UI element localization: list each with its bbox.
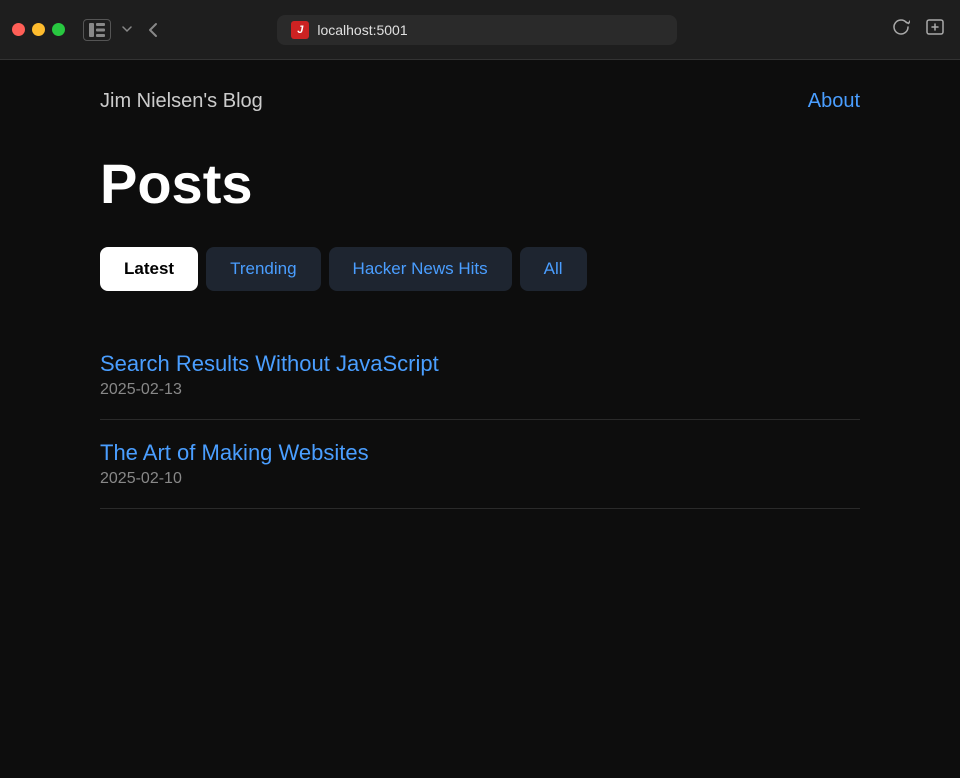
minimize-button[interactable] bbox=[32, 23, 45, 36]
share-button[interactable] bbox=[922, 15, 948, 44]
post-link-1[interactable]: The Art of Making Websites bbox=[100, 440, 860, 466]
post-list: Search Results Without JavaScript 2025-0… bbox=[100, 331, 860, 509]
post-link-0[interactable]: Search Results Without JavaScript bbox=[100, 351, 860, 377]
back-button[interactable] bbox=[143, 20, 163, 40]
maximize-button[interactable] bbox=[52, 23, 65, 36]
list-item: Search Results Without JavaScript 2025-0… bbox=[100, 331, 860, 420]
post-date-1: 2025-02-10 bbox=[100, 470, 182, 487]
main-content: Posts Latest Trending Hacker News Hits A… bbox=[0, 143, 960, 549]
site-title-link[interactable]: Jim Nielsen's Blog bbox=[100, 90, 263, 113]
site-nav: Jim Nielsen's Blog About bbox=[0, 60, 960, 143]
browser-controls bbox=[83, 19, 163, 41]
about-link[interactable]: About bbox=[808, 90, 860, 113]
page-content: Jim Nielsen's Blog About Posts Latest Tr… bbox=[0, 60, 960, 778]
tab-latest[interactable]: Latest bbox=[100, 247, 198, 291]
page-title: Posts bbox=[100, 153, 860, 215]
filter-tabs: Latest Trending Hacker News Hits All bbox=[100, 247, 860, 291]
close-button[interactable] bbox=[12, 23, 25, 36]
browser-chrome: J localhost:5001 bbox=[0, 0, 960, 60]
address-bar[interactable]: J localhost:5001 bbox=[277, 15, 677, 45]
url-display: localhost:5001 bbox=[317, 22, 663, 38]
tab-trending[interactable]: Trending bbox=[206, 247, 320, 291]
tab-all[interactable]: All bbox=[520, 247, 587, 291]
reload-button[interactable] bbox=[888, 14, 914, 45]
post-date-0: 2025-02-13 bbox=[100, 381, 182, 398]
sidebar-toggle-button[interactable] bbox=[83, 19, 111, 41]
browser-right-controls bbox=[888, 14, 948, 45]
traffic-lights bbox=[12, 23, 65, 36]
tab-hacker-news-hits[interactable]: Hacker News Hits bbox=[329, 247, 512, 291]
list-item: The Art of Making Websites 2025-02-10 bbox=[100, 420, 860, 509]
dropdown-button[interactable] bbox=[117, 24, 137, 35]
favicon-icon: J bbox=[291, 21, 309, 39]
